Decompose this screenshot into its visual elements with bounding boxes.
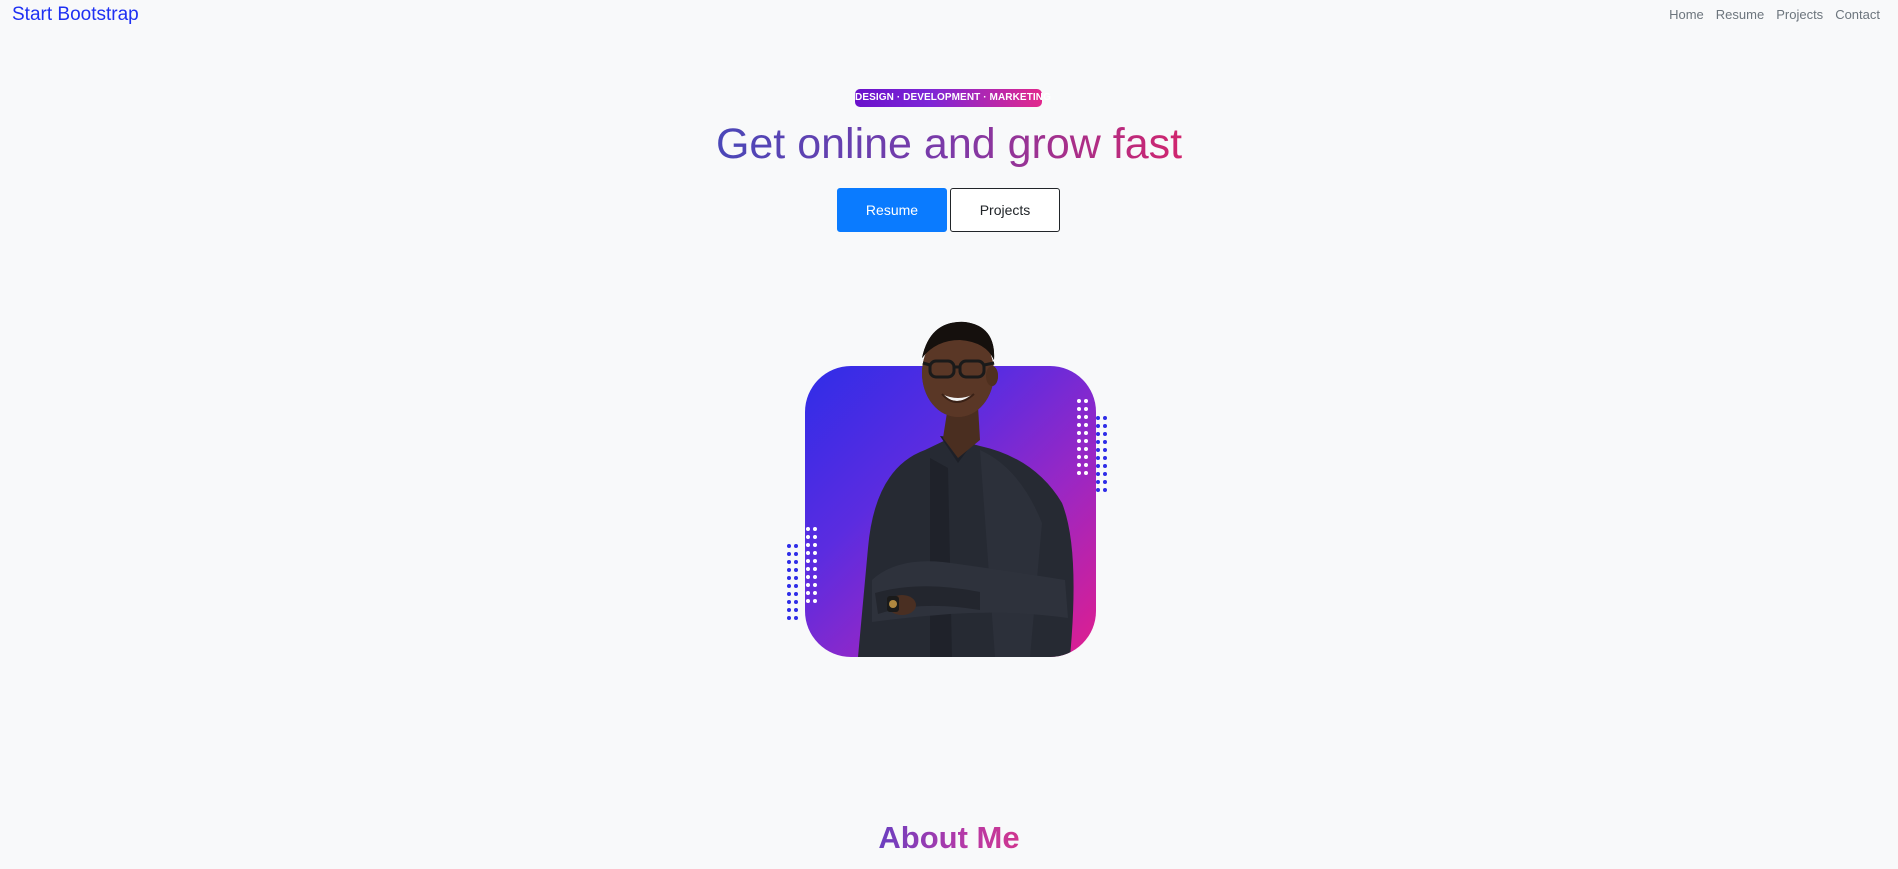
hero-badge: DESIGN · DEVELOPMENT · MARKETING bbox=[855, 89, 1051, 107]
nav-link-resume[interactable]: Resume bbox=[1716, 7, 1764, 22]
projects-button[interactable]: Projects bbox=[950, 188, 1060, 232]
hero-title-text: Get online and grow fast bbox=[715, 120, 1183, 168]
nav-link-home[interactable]: Home bbox=[1669, 7, 1704, 22]
about-title-text: About Me bbox=[878, 820, 1020, 855]
about-title: About Me bbox=[0, 816, 1898, 860]
hero-title: Get online and grow fast bbox=[0, 116, 1898, 172]
nav-link-contact[interactable]: Contact bbox=[1835, 7, 1880, 22]
profile-image bbox=[780, 318, 1120, 668]
navbar: Start Bootstrap Home Resume Projects Con… bbox=[0, 0, 1898, 30]
nav-link-projects[interactable]: Projects bbox=[1776, 7, 1823, 22]
resume-button[interactable]: Resume bbox=[837, 188, 947, 232]
brand-link[interactable]: Start Bootstrap bbox=[12, 4, 139, 26]
portrait-illustration bbox=[858, 321, 1074, 657]
nav-links: Home Resume Projects Contact bbox=[1669, 7, 1880, 22]
